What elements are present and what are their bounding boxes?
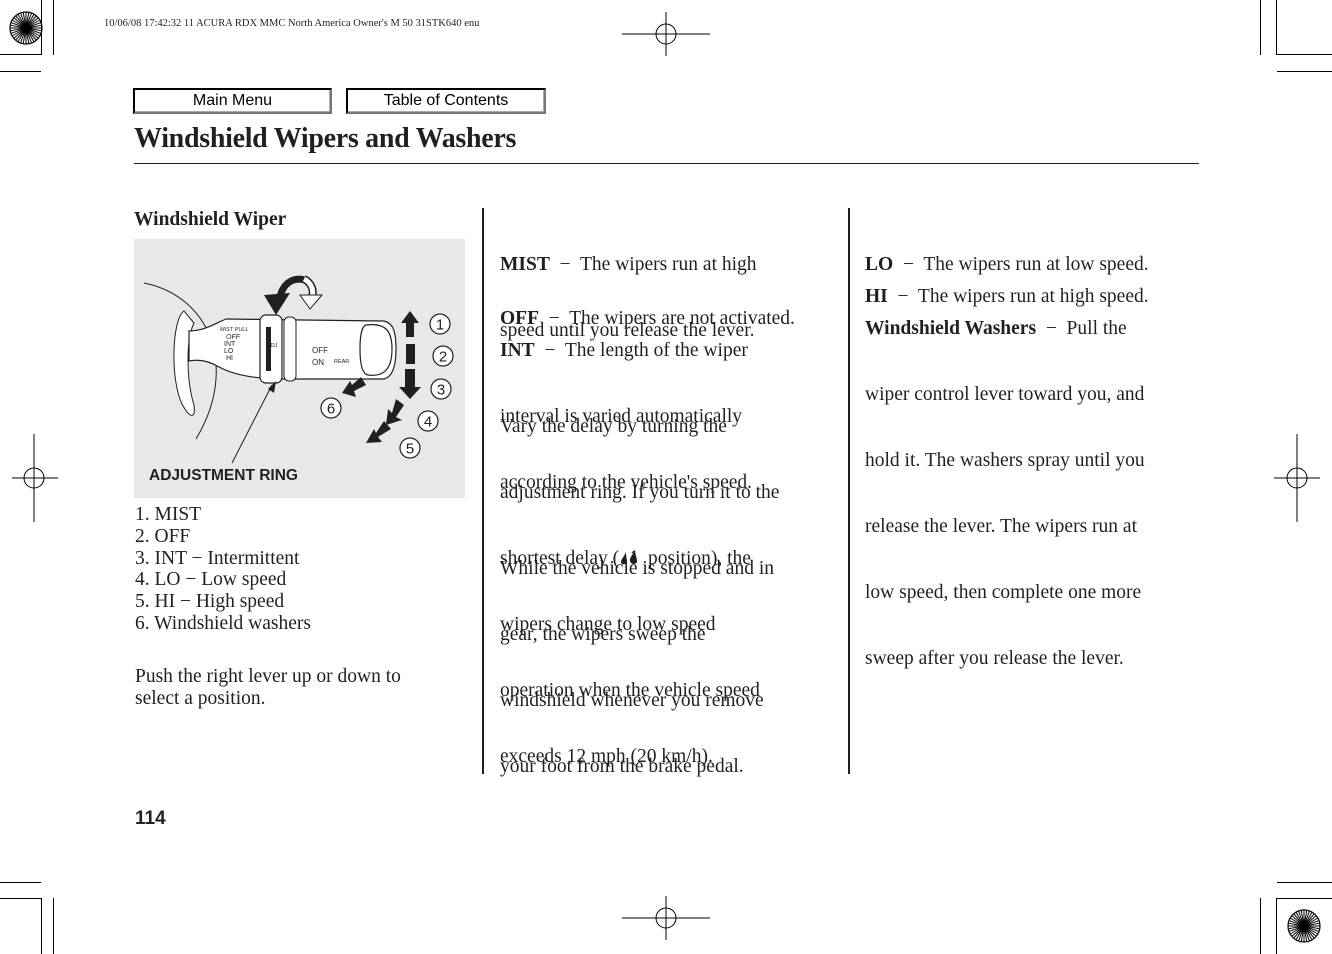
svg-text:OFF: OFF bbox=[226, 334, 241, 341]
column-divider bbox=[482, 208, 484, 774]
list-item: 2. OFF bbox=[135, 525, 191, 547]
crop-mark bbox=[1277, 882, 1332, 883]
crop-mark bbox=[1260, 0, 1261, 55]
washers-description: Windshield Washers − Pull the wiper cont… bbox=[865, 318, 1145, 669]
svg-text:3: 3 bbox=[437, 382, 445, 399]
crop-mark bbox=[0, 882, 41, 883]
svg-text:2: 2 bbox=[439, 349, 447, 366]
crop-mark bbox=[53, 898, 54, 954]
svg-text:4: 4 bbox=[424, 414, 432, 431]
column-divider bbox=[848, 208, 850, 774]
print-header-info: 10/06/08 17:42:32 11 ACURA RDX MMC North… bbox=[104, 18, 480, 29]
svg-text:REAR: REAR bbox=[334, 359, 349, 365]
crop-mark bbox=[1276, 898, 1277, 954]
list-item: 1. MIST bbox=[135, 504, 202, 525]
crosshair-target-icon bbox=[622, 896, 710, 940]
svg-text:1: 1 bbox=[436, 317, 444, 334]
term-windshield-washers: Windshield Washers bbox=[865, 318, 1037, 339]
svg-text:5: 5 bbox=[406, 441, 414, 458]
crop-mark bbox=[1260, 898, 1261, 954]
position-list: 1. MIST 2. OFF 3. INT − Intermittent 4. … bbox=[135, 504, 311, 635]
starburst-target-icon bbox=[9, 11, 43, 45]
crop-mark bbox=[41, 898, 42, 954]
instruction-paragraph: Push the right lever up or down to selec… bbox=[135, 666, 401, 709]
column-collar bbox=[173, 310, 195, 416]
table-of-contents-button[interactable]: Table of Contents bbox=[346, 88, 546, 114]
svg-text:MIST PULL: MIST PULL bbox=[220, 327, 248, 333]
svg-text:ADJ: ADJ bbox=[267, 343, 278, 349]
crop-mark bbox=[53, 0, 54, 55]
crosshair-target-icon bbox=[1274, 434, 1320, 522]
list-item: 5. HI − High speed bbox=[135, 591, 285, 613]
lever-end-cap bbox=[359, 324, 393, 376]
starburst-target-icon bbox=[1287, 909, 1321, 943]
wiper-lever-diagram: MIST PULL OFF INT LO HI ADJ OFF ON REAR bbox=[143, 275, 454, 464]
crop-mark bbox=[0, 898, 41, 899]
page-number: 114 bbox=[135, 808, 166, 829]
adjustment-ring-label: ADJUSTMENT RING bbox=[149, 467, 298, 484]
main-menu-button[interactable]: Main Menu bbox=[133, 88, 332, 114]
crosshair-target-icon bbox=[12, 434, 58, 522]
list-item: 4. LO − Low speed bbox=[135, 569, 287, 591]
svg-text:ON: ON bbox=[312, 358, 324, 367]
term-int: INT bbox=[500, 340, 535, 361]
svg-text:OFF: OFF bbox=[312, 346, 328, 355]
crosshair-target-icon bbox=[622, 12, 710, 56]
svg-text:HI: HI bbox=[226, 355, 233, 362]
rotate-arrow-light bbox=[299, 294, 324, 310]
crop-mark bbox=[1276, 898, 1332, 899]
crop-mark bbox=[1276, 54, 1332, 55]
svg-text:6: 6 bbox=[327, 401, 335, 418]
list-item: 3. INT − Intermittent bbox=[135, 547, 300, 569]
stopped-vehicle-paragraph: While the vehicle is stopped and in gear… bbox=[500, 558, 775, 777]
svg-text:LO: LO bbox=[224, 348, 234, 355]
page-title: Windshield Wipers and Washers bbox=[134, 123, 517, 154]
crop-mark bbox=[0, 54, 41, 55]
title-divider bbox=[134, 163, 1199, 164]
crop-mark bbox=[0, 71, 41, 72]
crop-mark bbox=[41, 0, 42, 55]
section-heading: Windshield Wiper bbox=[134, 209, 287, 230]
svg-text:INT: INT bbox=[224, 341, 236, 348]
crop-mark bbox=[1277, 71, 1332, 72]
crop-mark bbox=[1276, 0, 1277, 55]
wiper-lever-illustration: MIST PULL OFF INT LO HI ADJ OFF ON REAR bbox=[134, 239, 465, 498]
list-item: 6. Windshield washers bbox=[135, 612, 311, 634]
adjustment-ring-pointer bbox=[231, 384, 273, 464]
